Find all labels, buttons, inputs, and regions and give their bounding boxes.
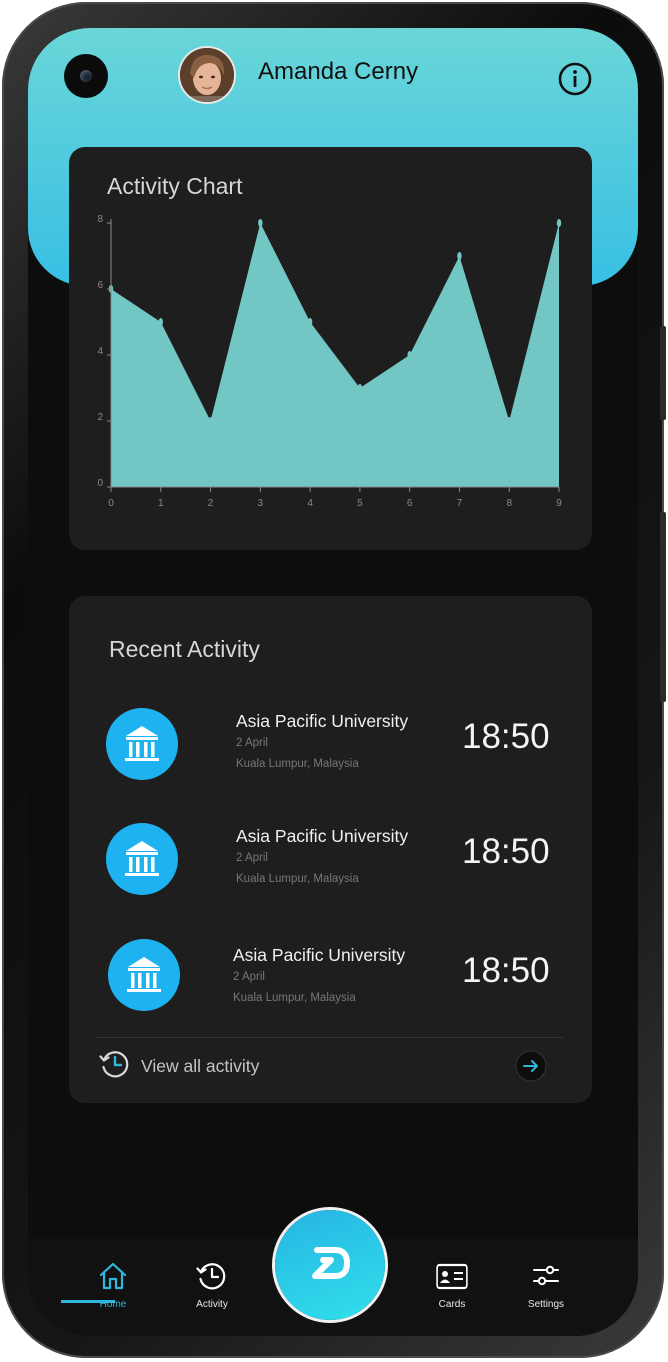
nav-settings-label: Settings [527,1299,565,1310]
activity-item[interactable]: Asia Pacific University 2 April Kuala Lu… [69,939,592,1029]
nav-activity-label: Activity [196,1299,228,1310]
activity-place: Asia Pacific University [236,711,409,731]
app-screen: Amanda Cerny Activity Chart 024680123456… [28,28,638,1336]
nav-settings[interactable]: Settings [501,1238,591,1336]
activity-chart: 0 2 4 6 8 0 1 2 3 4 5 6 7 8 9 [97,214,562,509]
x-tick-label: 6 [407,498,413,509]
sliders-icon [533,1265,559,1286]
chart-point [307,318,313,326]
activity-date: 2 April [236,737,268,749]
divider [95,1037,563,1038]
user-name: Amanda Cerny [258,58,419,85]
chart-point [507,417,512,425]
activity-location: Kuala Lumpur, Malaysia [233,992,356,1004]
activity-date: 2 April [236,852,268,864]
home-icon [99,1262,127,1290]
nav-cards[interactable]: Cards [407,1238,497,1336]
arrow-right-icon[interactable] [515,1050,547,1082]
nav-active-indicator [61,1300,115,1303]
x-tick-label: 4 [307,498,313,509]
info-icon [558,62,592,96]
recent-activity-card: Recent Activity Asia Pacific University … [69,596,592,1103]
view-all-label: View all activity [141,1056,260,1076]
institution-icon [106,708,178,780]
chart-point [556,219,562,227]
info-button[interactable] [558,62,592,96]
y-tick-label: 0 [97,478,103,489]
chart-point [258,219,263,227]
x-tick-label: 2 [208,498,214,509]
id-card-icon [436,1263,468,1290]
chart-point [158,318,163,326]
side-button-upper [660,326,666,420]
x-tick-label: 8 [506,498,512,509]
chart-point [407,351,412,359]
activity-place: Asia Pacific University [233,945,406,965]
chart-point [457,252,462,260]
recent-activity-title: Recent Activity [109,636,260,662]
x-tick-label: 0 [108,498,114,509]
y-tick-label: 4 [97,346,103,357]
x-tick-label: 3 [258,498,264,509]
history-icon [99,1051,129,1078]
x-tick-label: 7 [457,498,463,509]
nav-home[interactable]: Home [68,1238,158,1336]
phone-frame: Amanda Cerny Activity Chart 024680123456… [2,2,666,1358]
activity-time: 18:50 [462,717,550,756]
activity-place: Asia Pacific University [236,826,409,846]
x-tick-label: 5 [357,498,363,509]
y-tick-label: 2 [97,412,103,423]
activity-location: Kuala Lumpur, Malaysia [236,758,359,770]
logo-icon [312,1247,350,1279]
side-button-lower [660,512,666,702]
activity-time: 18:50 [462,832,550,871]
history-icon [196,1263,226,1290]
activity-item[interactable]: Asia Pacific University 2 April Kuala Lu… [69,708,592,798]
view-all-activity-button[interactable]: View all activity [99,1048,559,1084]
activity-item[interactable]: Asia Pacific University 2 April Kuala Lu… [69,823,592,913]
avatar[interactable] [178,46,236,104]
x-tick-label: 1 [158,498,164,509]
activity-date: 2 April [233,971,265,983]
chart-point [208,417,213,425]
nav-activity[interactable]: Activity [167,1238,257,1336]
chart-point [357,384,363,392]
x-tick-label: 9 [556,498,562,509]
avatar-image [180,48,234,102]
activity-chart-card: Activity Chart 024680123456789 [69,147,592,550]
y-tick-label: 8 [97,214,103,225]
chart-area-series [111,223,559,487]
scan-fab-button[interactable] [275,1210,385,1320]
activity-time: 18:50 [462,951,550,990]
institution-icon [108,939,180,1011]
institution-icon [106,823,178,895]
y-tick-label: 6 [97,280,103,291]
camera-icon [64,54,108,98]
nav-cards-label: Cards [438,1299,466,1310]
activity-location: Kuala Lumpur, Malaysia [236,873,359,885]
